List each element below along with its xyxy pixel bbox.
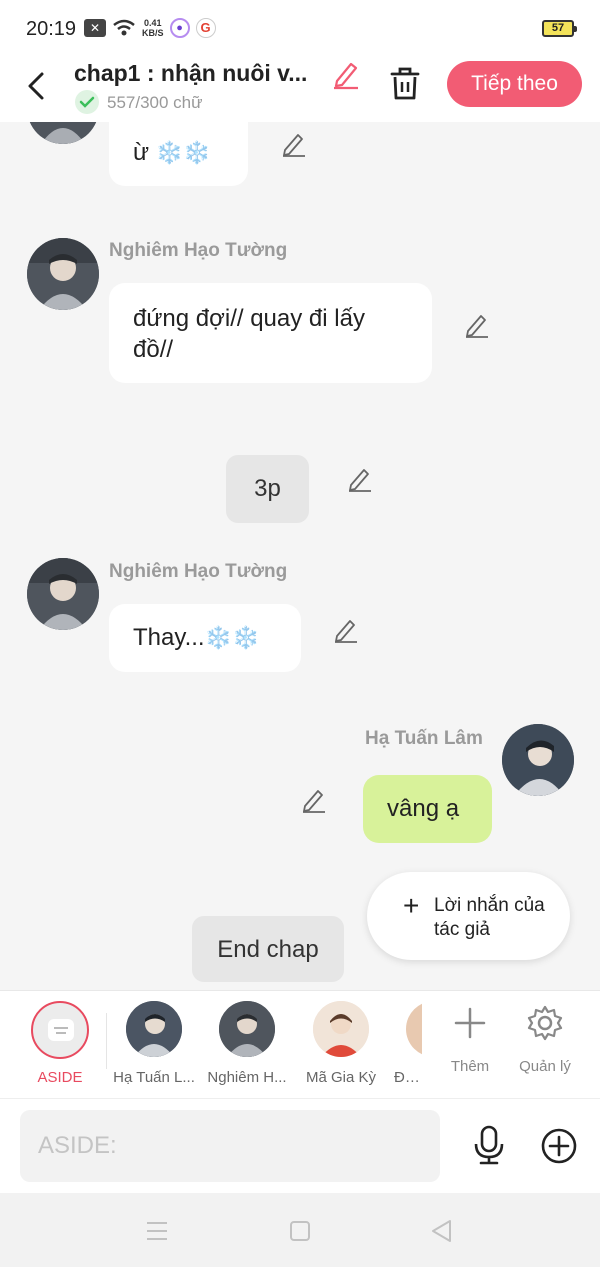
edit-message-icon[interactable] [280, 130, 308, 158]
snowflake-emoji: ❄️❄️ [155, 140, 211, 165]
gear-icon [527, 1005, 563, 1041]
character-ha-tuan-lam[interactable]: Hạ Tuấn L... [109, 1001, 199, 1086]
character-nghiem-hao-tuong[interactable]: Nghiêm H... [202, 1001, 292, 1086]
sender-name: Nghiêm Hạo Tường [109, 240, 288, 261]
add-character-button[interactable]: Thêm [435, 1003, 505, 1075]
network-speed-unit: KB/S [142, 28, 164, 38]
message-text: vâng ạ [387, 795, 460, 822]
author-note-button[interactable]: + Lời nhắn của tác giả [367, 872, 570, 960]
input-row [0, 1098, 600, 1193]
manage-button[interactable]: Quản lý [510, 1003, 580, 1075]
edit-message-icon[interactable] [332, 616, 360, 644]
app-badge-icon: ● [169, 18, 190, 38]
character-name: Nghiêm H... [207, 1069, 287, 1086]
aside-icon [31, 1001, 89, 1059]
message-text: ừ [133, 139, 150, 166]
back-nav-icon[interactable] [428, 1217, 456, 1245]
message-text: đứng đợi// quay đi lấy đồ// [133, 305, 365, 363]
wifi-icon [113, 19, 135, 36]
message-bubble[interactable]: đứng đợi// quay đi lấy đồ// [109, 283, 432, 383]
edit-message-icon[interactable] [463, 311, 491, 339]
editor-header: chap1 : nhận nuôi v... 557/300 chữ Tiếp … [0, 58, 600, 122]
next-button[interactable]: Tiếp theo [447, 61, 582, 107]
chapter-title[interactable]: chap1 : nhận nuôi v... [74, 60, 307, 87]
avatar[interactable] [502, 724, 574, 796]
edit-message-icon[interactable] [346, 465, 374, 493]
message-text: Thay... [133, 624, 205, 651]
snowflake-emoji: ❄️❄️ [204, 625, 260, 650]
google-icon: G [195, 18, 216, 38]
narration-bubble[interactable]: 3p [226, 455, 309, 523]
add-label: Thêm [450, 1058, 490, 1075]
character-avatar [406, 1001, 422, 1057]
author-note-label: Lời nhắn của tác giả [434, 895, 545, 940]
battery-icon: 57 [542, 20, 577, 37]
back-button[interactable] [22, 66, 54, 106]
character-avatar [313, 1001, 369, 1057]
character-name: ASIDE [37, 1069, 83, 1086]
character-avatar [219, 1001, 275, 1057]
sender-name: Hạ Tuấn Lâm [365, 728, 483, 749]
edit-message-icon[interactable] [300, 786, 328, 814]
microphone-icon[interactable] [470, 1124, 508, 1166]
system-nav-bar [0, 1193, 600, 1267]
network-speed-value: 0.41 [143, 18, 162, 28]
message-bubble[interactable]: Thay...❄️❄️ [109, 604, 301, 672]
message-bubble[interactable]: vâng ạ [363, 775, 492, 843]
add-circle-icon[interactable] [539, 1126, 579, 1166]
chat-area: ừ ❄️❄️ Nghiêm Hạo Tường đứng đợi// quay … [0, 122, 600, 990]
character-name: Hạ Tuấn L... [113, 1069, 195, 1086]
avatar[interactable] [27, 238, 99, 310]
divider [106, 1013, 107, 1069]
network-speed: 0.41 KB/S [142, 18, 164, 38]
status-bar: 20:19 ✕ 0.41 KB/S ● G 57 [0, 0, 600, 58]
avatar[interactable] [27, 558, 99, 630]
status-time: 20:19 [26, 18, 77, 40]
message-input[interactable] [20, 1110, 440, 1182]
character-aside[interactable]: ASIDE [15, 1001, 105, 1086]
message-bubble[interactable]: ừ ❄️❄️ [109, 122, 248, 186]
check-icon [75, 90, 99, 114]
trash-icon[interactable] [386, 64, 424, 104]
status-icons: ✕ 0.41 KB/S ● G [84, 18, 216, 38]
avatar[interactable] [27, 122, 99, 144]
plus-icon: + [403, 890, 420, 921]
notification-icon: ✕ [84, 19, 106, 37]
character-name: Đinh [394, 1069, 422, 1086]
character-name: Mã Gia Kỳ [305, 1069, 377, 1086]
message-text: 3p [254, 475, 281, 502]
message-text: End chap [217, 936, 319, 963]
menu-icon[interactable] [143, 1217, 171, 1245]
home-icon[interactable] [286, 1217, 314, 1245]
edit-title-icon[interactable] [330, 58, 362, 90]
character-dinh[interactable]: Đinh [390, 1001, 422, 1086]
narration-bubble[interactable]: End chap [192, 916, 344, 982]
character-avatar [126, 1001, 182, 1057]
sender-name: Nghiêm Hạo Tường [109, 561, 288, 582]
character-ma-gia-ky[interactable]: Mã Gia Kỳ [296, 1001, 386, 1086]
character-bar: ASIDE Hạ Tuấn L... Nghiêm H... Mã Gia Kỳ… [0, 990, 600, 1098]
word-count: 557/300 chữ [107, 93, 203, 112]
plus-icon [454, 1007, 486, 1039]
manage-label: Quản lý [519, 1058, 571, 1075]
